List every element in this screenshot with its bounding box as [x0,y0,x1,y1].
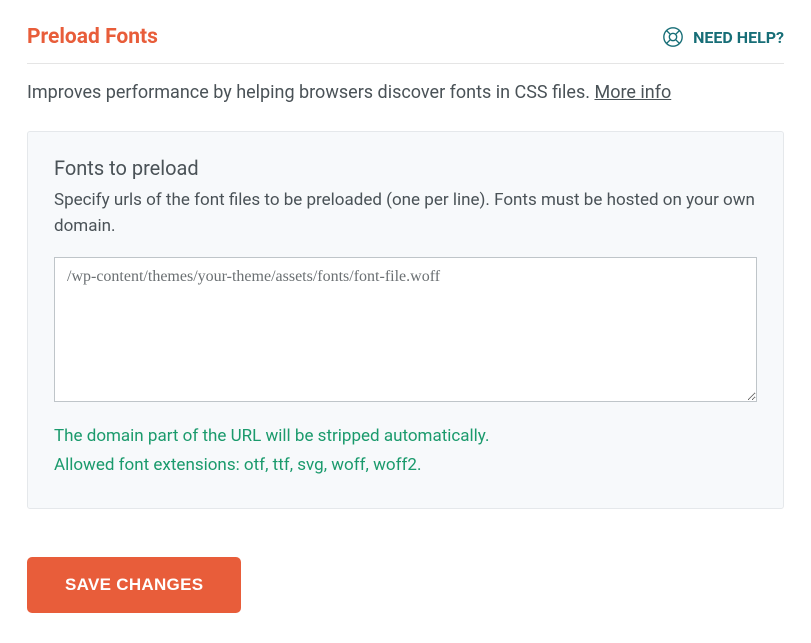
hint-line-2: Allowed font extensions: otf, ttf, svg, … [54,451,757,480]
section-header: Preload Fonts NEED HELP? [27,25,784,64]
section-title: Preload Fonts [27,25,158,49]
save-changes-button[interactable]: SAVE CHANGES [27,557,241,613]
description-text: Improves performance by helping browsers… [27,82,594,103]
hint-line-1: The domain part of the URL will be strip… [54,422,757,451]
section-description: Improves performance by helping browsers… [27,82,784,103]
need-help-label: NEED HELP? [693,28,784,47]
fonts-hint: The domain part of the URL will be strip… [54,422,757,480]
help-icon [662,26,684,48]
need-help-link[interactable]: NEED HELP? [662,26,784,48]
fonts-preload-card: Fonts to preload Specify urls of the fon… [27,131,784,509]
card-title: Fonts to preload [54,156,757,180]
more-info-link[interactable]: More info [594,82,671,103]
fonts-to-preload-input[interactable] [54,257,757,402]
card-subtitle: Specify urls of the font files to be pre… [54,188,757,239]
